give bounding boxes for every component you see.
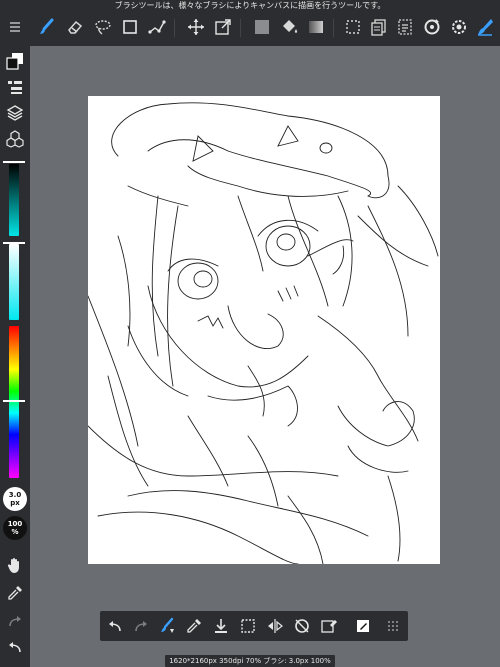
eraser-icon[interactable] bbox=[62, 13, 88, 41]
color-swatch-icon[interactable] bbox=[3, 50, 27, 72]
rotate-icon[interactable] bbox=[419, 13, 445, 41]
pen-active-icon[interactable] bbox=[472, 13, 498, 41]
tool-tip: ブラシツールは、様々なブラシによりキャンバスに描画を行うツールです。 bbox=[114, 1, 386, 10]
redo-icon[interactable] bbox=[3, 610, 27, 632]
hue-slider[interactable] bbox=[9, 326, 19, 478]
curve-icon[interactable] bbox=[144, 13, 170, 41]
sketch-image bbox=[88, 102, 439, 564]
menu-icon[interactable] bbox=[2, 13, 28, 41]
redo-icon[interactable] bbox=[130, 615, 152, 637]
more-grid-icon[interactable] bbox=[382, 615, 404, 637]
bucket-icon[interactable] bbox=[276, 13, 302, 41]
eyedropper-icon[interactable] bbox=[3, 582, 27, 604]
tool-row bbox=[0, 13, 500, 43]
value-slider[interactable] bbox=[9, 164, 19, 236]
gradient-icon[interactable] bbox=[303, 13, 329, 41]
bottom-toolbar bbox=[100, 611, 408, 641]
saturation-slider-handle[interactable] bbox=[3, 242, 25, 244]
opacity-button[interactable]: 100 % bbox=[3, 516, 27, 540]
left-sidebar: 3.0 px 100 % bbox=[0, 46, 30, 667]
move-icon[interactable] bbox=[183, 13, 209, 41]
brush-toggle-icon[interactable] bbox=[156, 615, 178, 637]
brush-icon[interactable] bbox=[34, 13, 60, 41]
drawing-canvas[interactable] bbox=[88, 96, 440, 564]
eyedropper-icon[interactable] bbox=[183, 615, 205, 637]
copy-layer-icon[interactable] bbox=[365, 13, 391, 41]
opacity-unit: % bbox=[11, 528, 19, 536]
edit-layer-icon[interactable] bbox=[352, 615, 374, 637]
undo-icon[interactable] bbox=[104, 615, 126, 637]
save-download-icon[interactable] bbox=[210, 615, 232, 637]
materials-icon[interactable] bbox=[3, 128, 27, 150]
clear-layer-icon[interactable] bbox=[318, 615, 340, 637]
value-slider-handle[interactable] bbox=[3, 161, 25, 163]
rotate-reset-icon[interactable] bbox=[291, 615, 313, 637]
layers-icon[interactable] bbox=[3, 102, 27, 124]
lasso-icon[interactable] bbox=[90, 13, 116, 41]
hue-slider-handle[interactable] bbox=[3, 400, 25, 402]
paste-icon[interactable] bbox=[392, 13, 418, 41]
saturation-slider[interactable] bbox=[9, 244, 19, 320]
undo-icon[interactable] bbox=[3, 636, 27, 658]
brush-size-unit: px bbox=[10, 499, 20, 507]
brush-size-button[interactable]: 3.0 px bbox=[3, 487, 27, 511]
fill-color-icon[interactable] bbox=[249, 13, 275, 41]
opacity-value: 100 bbox=[7, 520, 23, 528]
settings-icon[interactable] bbox=[446, 13, 472, 41]
brush-size-value: 3.0 bbox=[8, 491, 22, 499]
select-icon[interactable] bbox=[340, 13, 366, 41]
transform-icon[interactable] bbox=[210, 13, 236, 41]
status-bar: 1620*2160px 350dpi 70% ブラシ: 3.0px 100% bbox=[165, 655, 335, 667]
layer-list-icon[interactable] bbox=[3, 76, 27, 98]
rectangle-icon[interactable] bbox=[117, 13, 143, 41]
selection-box-icon[interactable] bbox=[237, 615, 259, 637]
top-toolbar: ブラシツールは、様々なブラシによりキャンバスに描画を行うツールです。 bbox=[0, 0, 500, 46]
flip-horizontal-icon[interactable] bbox=[264, 615, 286, 637]
hand-icon[interactable] bbox=[3, 554, 27, 576]
